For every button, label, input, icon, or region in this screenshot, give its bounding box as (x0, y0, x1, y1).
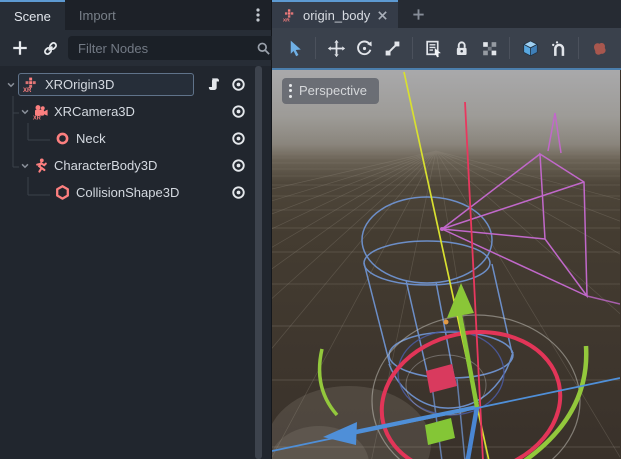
visibility-eye-icon[interactable] (231, 158, 246, 173)
scene-tree-toolbar (0, 30, 271, 66)
add-scene-tab-button[interactable] (411, 0, 426, 28)
3d-viewport[interactable]: Perspective (272, 68, 621, 459)
rotate-icon[interactable] (351, 35, 377, 61)
svg-text:XR: XR (283, 17, 290, 22)
scrollbar-thumb[interactable] (255, 66, 262, 459)
scene-tab-label: origin_body (303, 8, 370, 23)
xr-origin-icon: XR (22, 76, 39, 93)
toolbar-separator (315, 37, 316, 59)
toolbar-separator (578, 37, 579, 59)
visibility-eye-icon[interactable] (231, 104, 246, 119)
main-editor-panel: XR origin_body (272, 0, 621, 459)
tree-row-neck[interactable]: Neck (0, 125, 271, 152)
attached-script-icon[interactable] (207, 77, 222, 92)
perspective-menu-button[interactable]: Perspective (282, 78, 379, 104)
list-select-icon[interactable] (420, 35, 446, 61)
tab-import[interactable]: Import (65, 0, 130, 30)
filter-nodes-input[interactable] (76, 40, 256, 57)
node-label: CharacterBody3D (54, 158, 157, 173)
tree-row-xrcamera3d[interactable]: XR XRCamera3D (0, 98, 271, 125)
spatial-editor-toolbar (272, 28, 621, 68)
view-label: Perspective (299, 83, 367, 98)
tree-row-xrorigin3d[interactable]: XR XROrigin3D (0, 71, 271, 98)
scale-icon[interactable] (379, 35, 405, 61)
scene-tab-origin-body[interactable]: XR origin_body (272, 0, 398, 28)
visibility-eye-icon[interactable] (231, 77, 246, 92)
view-menu-kebab-icon (289, 81, 292, 100)
scene-tabs-bar: XR origin_body (272, 0, 621, 28)
character-body-icon (32, 157, 49, 174)
collision-shape-icon (54, 184, 71, 201)
node-label: CollisionShape3D (76, 185, 179, 200)
node-label: Neck (76, 131, 106, 146)
xr-camera-icon: XR (32, 103, 49, 120)
search-icon (256, 41, 271, 56)
local-space-cube-icon[interactable] (517, 35, 543, 61)
tree-scrollbar[interactable] (255, 66, 262, 459)
xr-origin-icon: XR (282, 8, 296, 22)
collapse-chevron-icon[interactable] (4, 80, 18, 90)
close-icon[interactable] (377, 10, 388, 21)
node-label: XRCamera3D (54, 104, 135, 119)
move-icon[interactable] (323, 35, 349, 61)
group-icon[interactable] (476, 35, 502, 61)
add-node-button[interactable] (8, 36, 32, 60)
scene-dock: Scene Import (0, 0, 272, 459)
visibility-eye-icon[interactable] (231, 131, 246, 146)
snap-magnet-icon[interactable] (545, 35, 571, 61)
instance-scene-link-icon[interactable] (38, 36, 62, 60)
dock-options-kebab-icon[interactable] (251, 7, 265, 23)
svg-text:XR: XR (33, 116, 41, 120)
tab-scene[interactable]: Scene (0, 0, 65, 30)
lock-icon[interactable] (448, 35, 474, 61)
orange-marker-dot (444, 320, 449, 325)
toolbar-separator (412, 37, 413, 59)
scene-tree: XR XROrigin3D (0, 66, 271, 459)
node-name-box[interactable]: XR XROrigin3D (18, 73, 194, 96)
collapse-chevron-icon[interactable] (18, 107, 32, 117)
filter-nodes-field[interactable] (68, 36, 277, 60)
toolbar-separator (509, 37, 510, 59)
3d-scene-render (272, 70, 620, 459)
svg-text:XR: XR (23, 88, 32, 93)
ring-icon (54, 130, 71, 147)
visibility-eye-icon[interactable] (231, 185, 246, 200)
collapse-chevron-icon[interactable] (18, 161, 32, 171)
node-label: XROrigin3D (45, 77, 114, 92)
select-arrow-icon[interactable] (282, 35, 308, 61)
scene-dock-tabbar: Scene Import (0, 0, 271, 30)
tree-row-characterbody3d[interactable]: CharacterBody3D (0, 152, 271, 179)
tree-row-collisionshape3d[interactable]: CollisionShape3D (0, 179, 271, 206)
clipped-red-icon[interactable] (586, 35, 612, 61)
